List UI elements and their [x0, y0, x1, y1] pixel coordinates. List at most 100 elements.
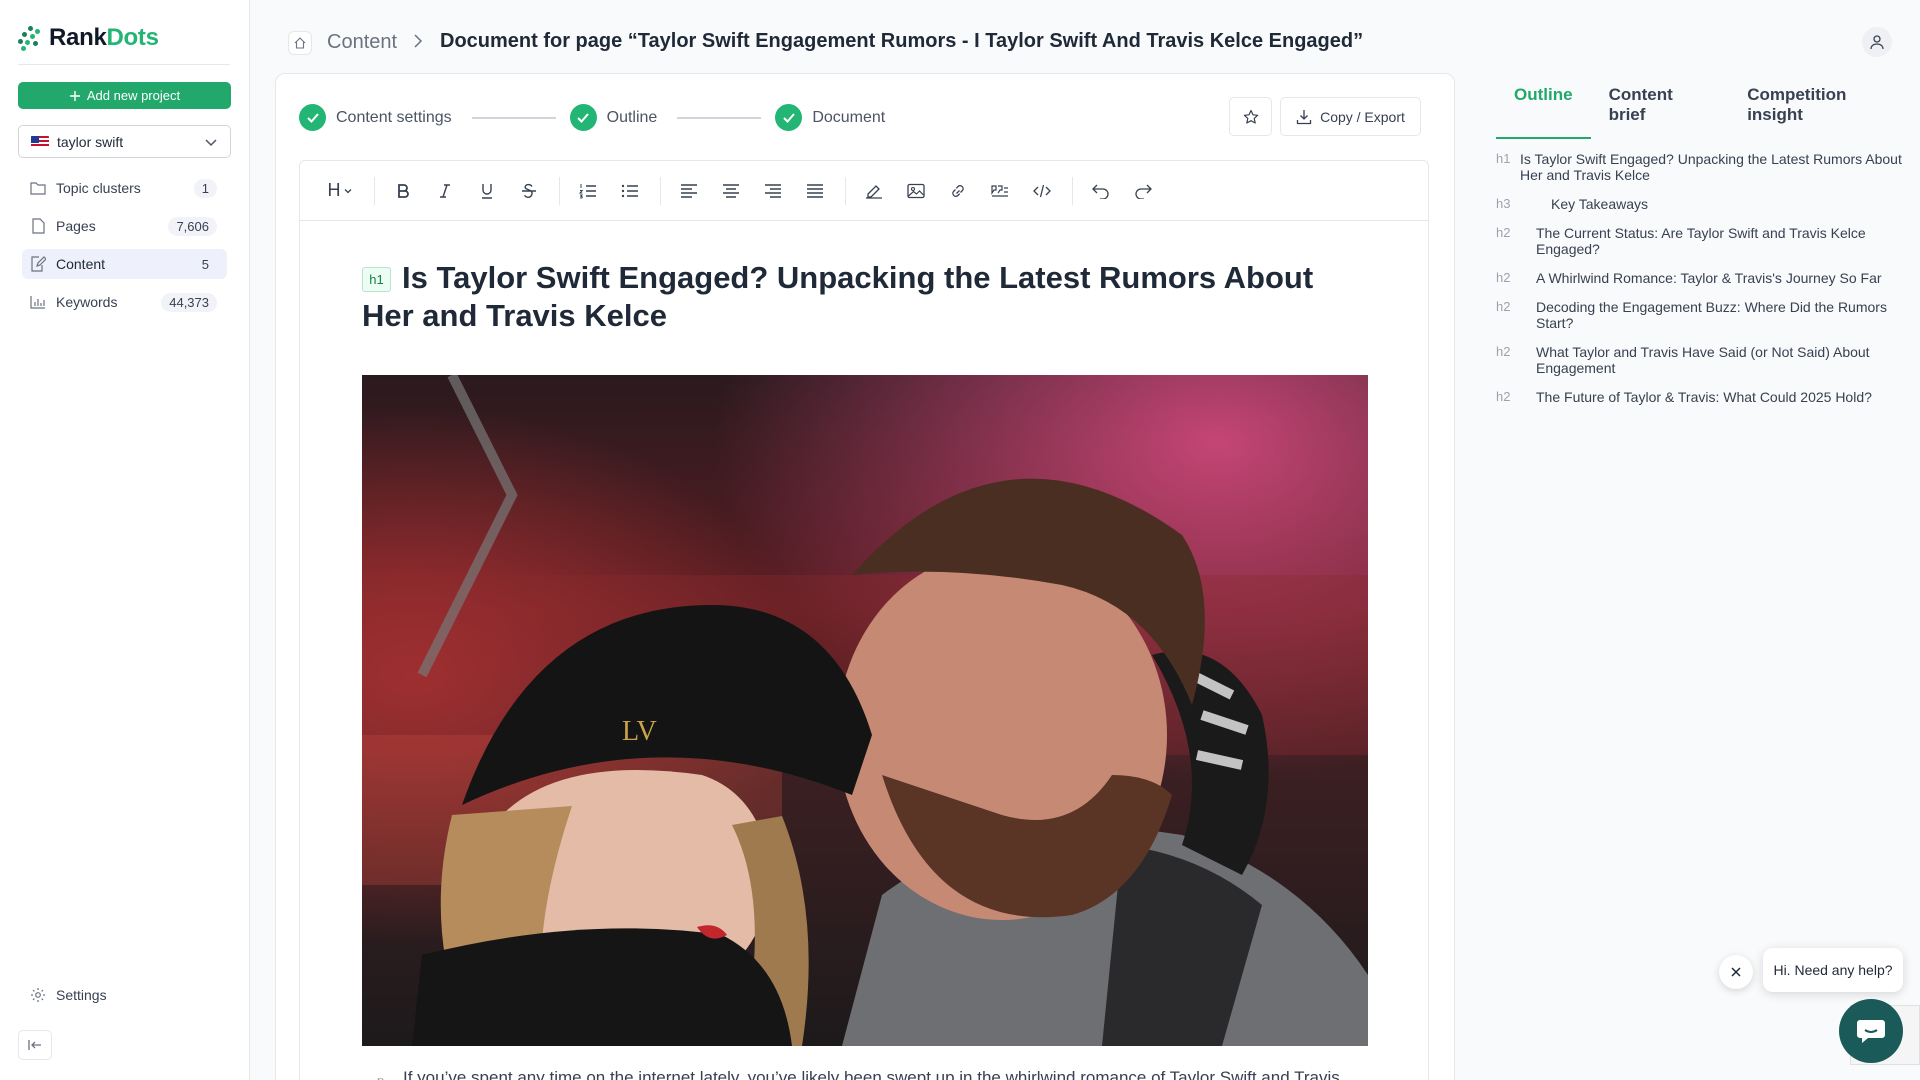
favorite-button[interactable] [1229, 97, 1272, 136]
undo-button[interactable] [1083, 173, 1119, 209]
chat-dismiss-button[interactable] [1719, 955, 1753, 989]
code-button[interactable] [1024, 173, 1060, 209]
align-justify-button[interactable] [797, 173, 833, 209]
outline-item[interactable]: h2 The Future of Taylor & Travis: What C… [1496, 389, 1906, 405]
document-body[interactable]: h1 Is Taylor Swift Engaged? Unpacking th… [362, 259, 1372, 1080]
toolbar-divider [559, 176, 560, 205]
count-badge: 5 [201, 256, 209, 272]
align-justify-icon [807, 183, 823, 198]
document-title[interactable]: Is Taylor Swift Engaged? Unpacking the L… [362, 259, 1372, 335]
copy-export-button[interactable]: Copy / Export [1280, 97, 1421, 136]
folder-icon [30, 180, 46, 196]
align-left-button[interactable] [671, 173, 707, 209]
outline-item[interactable]: h1 Is Taylor Swift Engaged? Unpacking th… [1496, 151, 1906, 183]
step-content-settings[interactable]: Content settings [299, 104, 452, 131]
italic-button[interactable] [427, 173, 463, 209]
add-project-label: Add new project [86, 88, 181, 103]
align-right-icon [765, 183, 781, 198]
chevron-down-icon [344, 188, 351, 193]
tab-competition-insight[interactable]: Competition insight [1729, 85, 1920, 139]
heading-level: h2 [1496, 225, 1511, 240]
undo-icon [1092, 184, 1109, 199]
intro-paragraph[interactable]: If you’ve spent any time on the internet… [403, 1068, 1383, 1080]
heading-level: h2 [1496, 270, 1511, 285]
link-icon [952, 184, 964, 197]
app-logo[interactable]: RankDots [18, 24, 159, 52]
heading-dropdown[interactable]: H [318, 173, 362, 209]
heading-text: Is Taylor Swift Engaged? Unpacking the L… [1520, 151, 1902, 183]
panel-tabs: Outline Content brief Competition insigh… [1496, 85, 1920, 139]
heading-text: Decoding the Engagement Buzz: Where Did … [1536, 299, 1887, 331]
ordered-list-button[interactable] [570, 173, 606, 209]
settings-label: Settings [56, 987, 107, 1003]
photo-couple-stadium: LV [362, 375, 1368, 1046]
redo-button[interactable] [1125, 173, 1161, 209]
editor-toolbar: H [300, 161, 1428, 221]
divider [18, 64, 230, 65]
bar-chart-icon [30, 294, 46, 310]
edit-icon [30, 256, 46, 272]
star-icon [1243, 109, 1258, 124]
project-name: taylor swift [57, 133, 124, 150]
toolbar-divider [1072, 176, 1073, 205]
outline-item[interactable]: h2 The Current Status: Are Taylor Swift … [1496, 225, 1906, 257]
align-center-icon [723, 183, 739, 198]
underline-button[interactable] [469, 173, 505, 209]
sidebar-item-content[interactable]: Content 5 [22, 249, 227, 279]
bold-button[interactable] [385, 173, 421, 209]
align-center-button[interactable] [713, 173, 749, 209]
user-icon [1870, 35, 1884, 50]
count-badge: 7,606 [168, 216, 217, 236]
code-icon [1033, 184, 1051, 197]
link-button[interactable] [940, 173, 976, 209]
sidebar-item-label: Pages [56, 218, 96, 234]
outline-item[interactable]: h3 Key Takeaways [1496, 196, 1906, 212]
sidebar-nav: Topic clusters 1 Pages 7,606 Content 5 K… [22, 173, 227, 325]
heading-text: Key Takeaways [1551, 196, 1649, 212]
p-tag: p [377, 1073, 384, 1080]
breadcrumb-root[interactable]: Content [327, 31, 397, 54]
step-outline[interactable]: Outline [569, 104, 657, 131]
align-right-button[interactable] [755, 173, 791, 209]
check-icon [299, 104, 326, 131]
page-title: Document for page “Taylor Swift Engageme… [440, 30, 1364, 52]
ordered-list-icon [579, 183, 596, 198]
step-connector [677, 116, 762, 119]
heading-level: h1 [1496, 151, 1511, 166]
image-icon [907, 183, 925, 198]
outline-item[interactable]: h2 A Whirlwind Romance: Taylor & Travis'… [1496, 270, 1906, 286]
step-document[interactable]: Document [775, 104, 885, 131]
outline-item[interactable]: h2 Decoding the Engagement Buzz: Where D… [1496, 299, 1906, 331]
document-card: Content settings Outline Document Copy /… [275, 73, 1455, 1080]
tab-content-brief[interactable]: Content brief [1591, 85, 1730, 139]
chat-launcher-button[interactable] [1839, 999, 1903, 1063]
outline-item[interactable]: h2 What Taylor and Travis Have Said (or … [1496, 344, 1906, 376]
add-project-button[interactable]: Add new project [18, 82, 231, 109]
home-button[interactable] [288, 31, 312, 55]
highlight-button[interactable] [856, 173, 892, 209]
settings-link[interactable]: Settings [30, 987, 107, 1003]
quote-button[interactable] [982, 173, 1018, 209]
collapse-sidebar-button[interactable] [18, 1030, 52, 1060]
sidebar-item-pages[interactable]: Pages 7,606 [22, 211, 227, 241]
align-left-icon [681, 183, 697, 198]
close-icon [1731, 967, 1741, 977]
rich-text-editor: H h1 Is Taylor Swift Engaged? Unpacking … [299, 160, 1429, 1080]
bullet-list-button[interactable] [612, 173, 648, 209]
chat-icon [1857, 1020, 1885, 1043]
export-label: Copy / Export [1320, 108, 1405, 125]
image-button[interactable] [898, 173, 934, 209]
sidebar-item-keywords[interactable]: Keywords 44,373 [22, 287, 227, 317]
hero-image[interactable]: LV [362, 375, 1368, 1046]
check-icon [569, 104, 597, 131]
strikethrough-button[interactable] [511, 173, 547, 209]
chat-prompt[interactable]: Hi. Need any help? [1763, 948, 1903, 992]
home-icon [294, 37, 306, 49]
tab-outline[interactable]: Outline [1496, 85, 1591, 139]
user-avatar[interactable] [1862, 27, 1892, 57]
us-flag-icon [31, 135, 49, 148]
project-select[interactable]: taylor swift [18, 125, 231, 158]
sidebar: RankDots Add new project taylor swift To… [0, 0, 250, 1080]
heading-text: The Current Status: Are Taylor Swift and… [1536, 225, 1866, 257]
sidebar-item-topic-clusters[interactable]: Topic clusters 1 [22, 173, 227, 203]
